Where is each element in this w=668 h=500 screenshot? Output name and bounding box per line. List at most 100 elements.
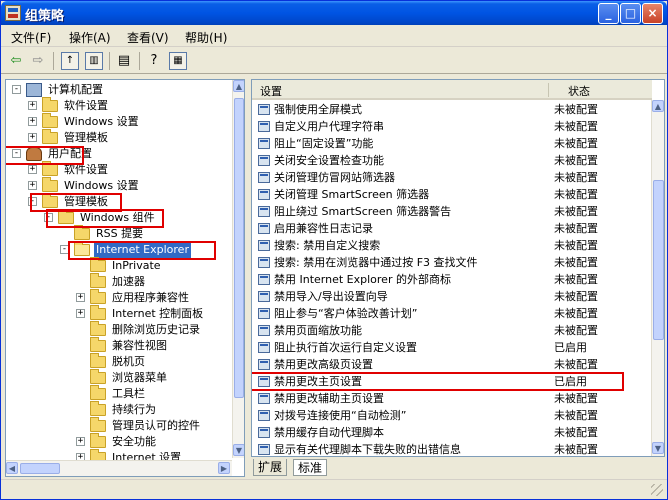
column-header-state[interactable]: 状态 bbox=[568, 83, 590, 99]
help-icon[interactable]: ? bbox=[145, 52, 163, 70]
collapse-icon[interactable]: - bbox=[12, 85, 21, 94]
properties-icon[interactable]: ▦ bbox=[169, 52, 187, 70]
menu-help[interactable]: 帮助(H) bbox=[185, 29, 227, 46]
tree-horizontal-scrollbar[interactable]: ◀ ▶ bbox=[6, 460, 232, 476]
expand-icon[interactable]: + bbox=[28, 133, 37, 142]
tree-item-user-windows-settings[interactable]: + Windows 设置 bbox=[6, 177, 232, 194]
forward-arrow-icon[interactable]: ⇨ bbox=[29, 52, 47, 70]
settings-list-pane[interactable]: 设置 状态 强制使用全屏模式 未被配置 自定义用户代理字符串 未被配置 阻止“固定设置”… bbox=[251, 79, 665, 457]
tree-item-offline-pages[interactable]: 脱机页 bbox=[6, 353, 232, 370]
setting-row[interactable]: 关闭管理 SmartScreen 筛选器 未被配置 bbox=[252, 186, 652, 203]
expand-icon[interactable]: + bbox=[28, 117, 37, 126]
setting-row[interactable]: 禁用更改辅助主页设置 未被配置 bbox=[252, 390, 652, 407]
column-header-setting[interactable]: 设置 bbox=[260, 83, 282, 99]
folder-icon bbox=[42, 113, 58, 128]
list-vertical-scrollbar[interactable]: ▲ ▼ bbox=[651, 100, 664, 456]
folder-icon bbox=[42, 129, 58, 144]
setting-row[interactable]: 自定义用户代理字符串 未被配置 bbox=[252, 118, 652, 135]
tree-hscroll-thumb[interactable] bbox=[20, 463, 60, 474]
tree-item-software-settings[interactable]: + 软件设置 bbox=[6, 97, 232, 114]
tree-item-browser-menus[interactable]: 浏览器菜单 bbox=[6, 369, 232, 386]
setting-row[interactable]: 禁用更改高级页设置 未被配置 bbox=[252, 356, 652, 373]
tree-pane[interactable]: - 计算机配置 + 软件设置 + Windows 设置 + 管理模板 - 用户配置 + 软件设置 + Wi… bbox=[5, 79, 245, 477]
tree-item-security-features[interactable]: + 安全功能 bbox=[6, 433, 232, 450]
tree-item-admin-templates[interactable]: + 管理模板 bbox=[6, 129, 232, 146]
expand-icon[interactable]: + bbox=[76, 309, 85, 318]
tree-item-persistence[interactable]: 持续行为 bbox=[6, 401, 232, 418]
tree-item-label: 兼容性视图 bbox=[112, 339, 167, 352]
setting-row[interactable]: 关闭管理仿冒网站筛选器 未被配置 bbox=[252, 169, 652, 186]
folder-icon bbox=[42, 161, 58, 176]
list-scroll-up-icon[interactable]: ▲ bbox=[652, 100, 664, 112]
tree-item-rss[interactable]: RSS 提要 bbox=[6, 225, 232, 242]
scroll-down-icon[interactable]: ▼ bbox=[233, 444, 244, 456]
setting-row[interactable]: 禁用导入/导出设置向导 未被配置 bbox=[252, 288, 652, 305]
list-header: 设置 状态 bbox=[252, 80, 652, 100]
tree-item-delete-history[interactable]: 删除浏览历史记录 bbox=[6, 321, 232, 338]
expand-icon[interactable]: + bbox=[28, 181, 37, 190]
minimize-button[interactable]: _ bbox=[598, 3, 619, 24]
expand-icon[interactable]: + bbox=[76, 437, 85, 446]
show-hide-tree-icon[interactable]: ▥ bbox=[85, 52, 103, 70]
setting-row[interactable]: 阻止“固定设置”功能 未被配置 bbox=[252, 135, 652, 152]
policy-setting-icon bbox=[258, 104, 270, 115]
setting-row[interactable]: 启用兼容性日志记录 未被配置 bbox=[252, 220, 652, 237]
export-list-icon[interactable]: ▤ bbox=[115, 52, 133, 70]
setting-state: 未被配置 bbox=[554, 392, 598, 405]
menu-view[interactable]: 查看(V) bbox=[127, 29, 169, 46]
expand-icon[interactable]: + bbox=[76, 293, 85, 302]
setting-row[interactable]: 禁用页面缩放功能 未被配置 bbox=[252, 322, 652, 339]
tree-vertical-scrollbar[interactable]: ▲ ▼ bbox=[232, 80, 244, 458]
title-bar[interactable]: 组策略 _ □ × bbox=[1, 1, 667, 25]
setting-row[interactable]: 搜索: 禁用在浏览器中通过按 F3 查找文件 未被配置 bbox=[252, 254, 652, 271]
setting-row[interactable]: 对拨号连接使用“自动检测” 未被配置 bbox=[252, 407, 652, 424]
tree-item-compat-view[interactable]: 兼容性视图 bbox=[6, 337, 232, 354]
tree-item-admin-approved-controls[interactable]: 管理员认可的控件 bbox=[6, 417, 232, 434]
setting-row[interactable]: 强制使用全屏模式 未被配置 bbox=[252, 101, 652, 118]
scroll-left-icon[interactable]: ◀ bbox=[6, 462, 18, 474]
setting-state: 未被配置 bbox=[554, 443, 598, 456]
setting-row[interactable]: 关闭安全设置检查功能 未被配置 bbox=[252, 152, 652, 169]
setting-row[interactable]: 禁用缓存自动代理脚本 未被配置 bbox=[252, 424, 652, 441]
menu-action[interactable]: 操作(A) bbox=[69, 29, 111, 46]
setting-row[interactable]: 阻止绕过 SmartScreen 筛选器警告 未被配置 bbox=[252, 203, 652, 220]
tree-item-toolbars[interactable]: 工具栏 bbox=[6, 385, 232, 402]
up-one-level-icon[interactable]: ↑ bbox=[61, 52, 79, 70]
expand-icon[interactable]: + bbox=[28, 165, 37, 174]
setting-row[interactable]: 搜索: 禁用自定义搜索 未被配置 bbox=[252, 237, 652, 254]
folder-icon bbox=[90, 273, 106, 288]
maximize-button[interactable]: □ bbox=[620, 3, 641, 24]
tree-item-windows-settings[interactable]: + Windows 设置 bbox=[6, 113, 232, 130]
setting-row[interactable]: 阻止执行首次运行自定义设置 已启用 bbox=[252, 339, 652, 356]
folder-icon bbox=[90, 353, 106, 368]
list-scroll-thumb[interactable] bbox=[653, 180, 664, 340]
policy-setting-icon bbox=[258, 342, 270, 353]
tree-item-app-compat[interactable]: + 应用程序兼容性 bbox=[6, 289, 232, 306]
policy-setting-icon bbox=[258, 257, 270, 268]
back-arrow-icon[interactable]: ⇦ bbox=[7, 52, 25, 70]
expand-icon[interactable]: + bbox=[28, 101, 37, 110]
menu-file[interactable]: 文件(F) bbox=[11, 29, 51, 46]
folder-icon bbox=[90, 401, 106, 416]
setting-name: 阻止“固定设置”功能 bbox=[274, 137, 374, 150]
setting-row[interactable]: 显示有关代理脚本下载失败的出错信息 未被配置 bbox=[252, 441, 652, 456]
tree-item-label: 浏览器菜单 bbox=[112, 371, 167, 384]
highlight-disable-homepage-setting bbox=[252, 372, 624, 391]
tree-item-inprivate[interactable]: InPrivate bbox=[6, 257, 232, 274]
scroll-up-icon[interactable]: ▲ bbox=[233, 80, 244, 92]
scroll-right-icon[interactable]: ▶ bbox=[218, 462, 230, 474]
tree-item-computer-config[interactable]: - 计算机配置 bbox=[6, 82, 232, 98]
tab-extended[interactable]: 扩展 bbox=[253, 459, 288, 476]
tab-standard[interactable]: 标准 bbox=[293, 459, 328, 476]
setting-row[interactable]: 禁用 Internet Explorer 的外部商标 未被配置 bbox=[252, 271, 652, 288]
tree-item-internet-control-panel[interactable]: + Internet 控制面板 bbox=[6, 305, 232, 322]
resize-grip-icon[interactable] bbox=[651, 484, 663, 496]
close-button[interactable]: × bbox=[642, 3, 663, 24]
list-scroll-down-icon[interactable]: ▼ bbox=[652, 442, 664, 454]
folder-icon bbox=[90, 417, 106, 432]
tree-item-accelerators[interactable]: 加速器 bbox=[6, 273, 232, 290]
setting-name: 关闭安全设置检查功能 bbox=[274, 154, 384, 167]
setting-row[interactable]: 阻止参与“客户体验改善计划” 未被配置 bbox=[252, 305, 652, 322]
folder-icon bbox=[90, 385, 106, 400]
tree-scroll-thumb[interactable] bbox=[234, 98, 244, 398]
